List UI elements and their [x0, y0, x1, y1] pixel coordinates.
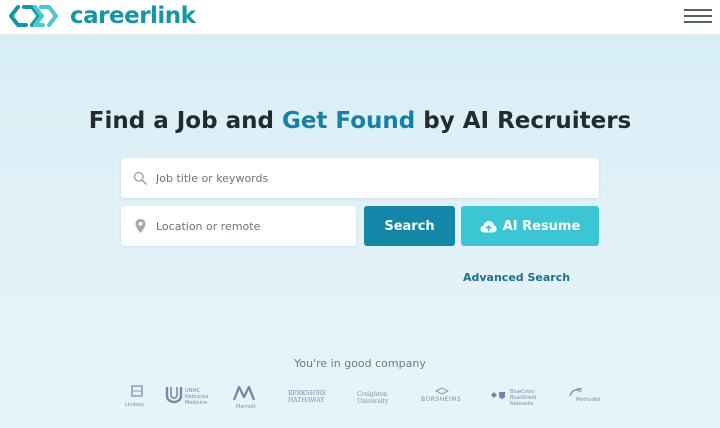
top-navigation-bar: careerlink: [0, 0, 720, 35]
location-input[interactable]: [156, 206, 346, 246]
company-logo-marriott: Marriott: [232, 384, 264, 414]
company-logo-borsheims: Borsheims: [421, 384, 469, 414]
advanced-search-link[interactable]: Advanced Search: [463, 271, 570, 284]
brand-name: careerlink: [70, 3, 196, 29]
company-logos-row: Lindsay UNMC Nebraska Medicine Marriott …: [0, 384, 720, 414]
map-pin-icon: [135, 219, 146, 233]
headline-ai-recruiters: by AI Recruiters: [423, 108, 632, 134]
company-logo-unmc: UNMC Nebraska Medicine: [165, 384, 213, 414]
chain-link-logo-icon: [9, 5, 58, 27]
good-company-label: You're in good company: [294, 357, 426, 370]
hamburger-menu-icon[interactable]: [684, 9, 712, 25]
company-logo-berkshire-hathaway: Berkshire Hathaway: [288, 390, 327, 404]
company-logo-methodist: Methodist: [566, 384, 606, 414]
search-button[interactable]: Search: [364, 206, 455, 246]
keywords-input[interactable]: [156, 158, 586, 198]
headline-and: and: [225, 108, 274, 134]
hero-headline: Find a Job and Get Found by AI Recruiter…: [0, 104, 720, 138]
search-icon: [133, 171, 147, 185]
search-button-label: Search: [384, 218, 435, 234]
company-logo-lindsay: Lindsay: [123, 384, 151, 414]
headline-get-found: Get Found: [281, 108, 416, 134]
ai-resume-button[interactable]: AI Resume: [461, 206, 599, 246]
location-field[interactable]: [121, 206, 356, 246]
careerlink-logo[interactable]: careerlink: [8, 3, 196, 29]
cloud-upload-icon: [480, 220, 497, 232]
headline-find-a-job: Find a Job: [88, 108, 218, 134]
keywords-field[interactable]: [121, 158, 599, 198]
company-logo-creighton: Creighton University: [357, 391, 389, 405]
company-logo-bcbs-nebraska: BlueCross BlueShield Nebraska: [490, 384, 542, 414]
ai-resume-button-label: AI Resume: [502, 218, 581, 234]
